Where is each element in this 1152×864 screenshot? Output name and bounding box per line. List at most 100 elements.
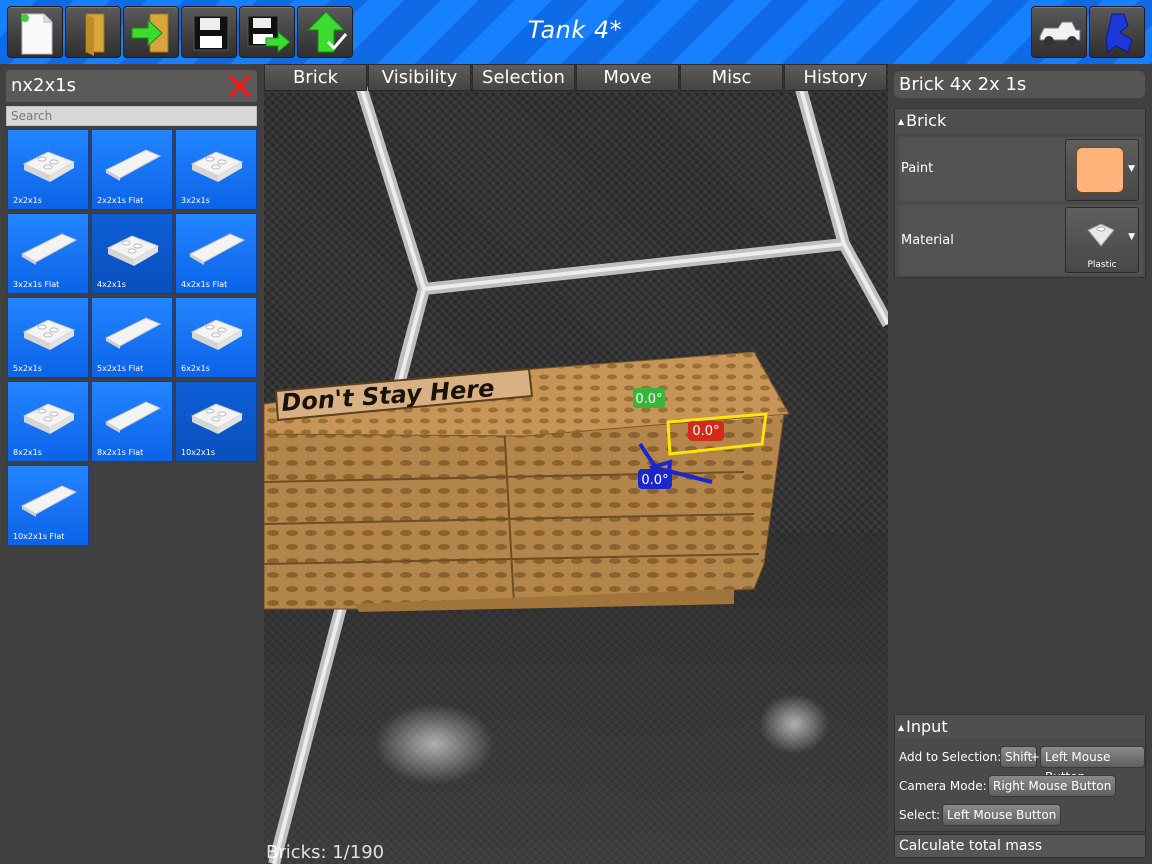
paint-row: Paint ▼ <box>899 137 1143 201</box>
brick-thumbnail-icon <box>190 151 244 182</box>
selection-title: Brick 4x 2x 1s <box>894 71 1145 98</box>
rotation-green-value: 0.0° <box>635 392 662 407</box>
dropdown-caret-icon: ▼ <box>1128 232 1135 242</box>
paint-picker[interactable]: ▼ <box>1065 139 1139 201</box>
right-mouse-hint: Right Mouse Button <box>988 775 1117 797</box>
close-icon[interactable] <box>227 73 253 99</box>
jeep-icon <box>1039 21 1081 46</box>
brick-thumbnail-icon <box>20 233 78 265</box>
brick-tile-label: 2x2x1s <box>13 196 42 205</box>
camera-mode-label: Camera Mode: <box>899 779 987 793</box>
brick-tile-label: 6x2x1s <box>181 364 210 373</box>
brick-group-header[interactable]: ▲ Brick <box>895 109 1145 133</box>
tab-move[interactable]: Move <box>576 64 679 91</box>
brick-thumbnail-icon <box>20 485 78 517</box>
brick-tile-label: 4x2x1s <box>97 280 126 289</box>
brick-count: Bricks: 1/190 <box>266 842 385 863</box>
brick-tile-label: 3x2x1s <box>181 196 210 205</box>
top-toolbar: Tank 4* <box>0 0 1152 64</box>
paint-color-swatch <box>1076 147 1124 193</box>
material-label: Material <box>901 233 954 248</box>
floppy-icon <box>193 15 229 51</box>
upload-button[interactable] <box>297 6 353 58</box>
new-file-button[interactable] <box>7 6 63 58</box>
brick-tile-label: 8x2x1s <box>13 448 42 457</box>
brick-tile-label: 5x2x1s <box>13 364 42 373</box>
tab-brick[interactable]: Brick <box>264 64 367 91</box>
open-folder-button[interactable] <box>65 6 121 58</box>
brick-tile[interactable]: 4x2x1s Flat <box>175 213 257 294</box>
collapse-triangle-icon: ▲ <box>898 116 905 126</box>
select-label: Select: <box>899 808 941 822</box>
brick-thumbnail-icon <box>190 403 244 434</box>
vehicle-mode-button[interactable] <box>1031 6 1087 58</box>
new-file-icon <box>21 13 53 55</box>
brick-tile[interactable]: 8x2x1s Flat <box>91 381 173 462</box>
left-mouse-hint: Left Mouse Button <box>1040 746 1145 784</box>
import-button[interactable] <box>123 6 179 58</box>
tab-visibility[interactable]: Visibility <box>368 64 471 91</box>
brick-tile-label: 10x2x1s <box>181 448 215 457</box>
input-group-header[interactable]: ▲ Input <box>895 715 1145 739</box>
brick-tile[interactable]: 3x2x1s <box>175 129 257 210</box>
brick-thumbnail-icon <box>22 403 76 434</box>
material-picker[interactable]: Plastic ▼ <box>1065 207 1139 273</box>
brick-tile[interactable]: 6x2x1s <box>175 297 257 378</box>
rotation-blue-value: 0.0° <box>641 473 668 488</box>
tab-misc[interactable]: Misc <box>680 64 783 91</box>
brick-thumbnail-icon <box>190 319 244 350</box>
brick-thumbnail-icon <box>22 319 76 350</box>
brick-thumbnail-icon <box>104 317 162 349</box>
brick-tile[interactable]: 5x2x1s <box>7 297 89 378</box>
material-value: Plastic <box>1087 260 1117 270</box>
brick-properties-group: ▲ Brick Paint ▼ Material Plastic ▼ <box>894 108 1146 278</box>
save-button[interactable] <box>181 6 237 58</box>
floppy-arrow-icon <box>247 15 291 54</box>
tab-selection[interactable]: Selection <box>472 64 575 91</box>
folder-icon <box>85 13 105 56</box>
plastic-material-icon <box>1087 223 1115 247</box>
window-title: Tank 4* <box>527 16 623 44</box>
tab-history[interactable]: History <box>784 64 887 91</box>
brick-tile[interactable]: 10x2x1s Flat <box>7 465 89 546</box>
category-filter: nx2x1s <box>6 70 257 102</box>
brick-browser-panel: nx2x1s 2x2x1s 2x2x1s Flat 3x2x1s 3x2x1s Fla… <box>0 64 264 864</box>
editor-menu-bar: Brick Visibility Selection Move Misc History <box>264 64 888 92</box>
category-filter-label: nx2x1s <box>11 75 76 96</box>
3d-viewport[interactable]: Don't Stay Here 0.0° 0.0° 0.0° <box>264 64 888 864</box>
material-row: Material Plastic ▼ <box>899 205 1143 275</box>
brick-tile[interactable]: 8x2x1s <box>7 381 89 462</box>
collapse-triangle-icon: ▲ <box>898 722 905 732</box>
avatar-icon <box>1105 13 1133 53</box>
brick-tile[interactable]: 10x2x1s <box>175 381 257 462</box>
import-icon <box>131 13 169 53</box>
rotation-red-value: 0.0° <box>692 424 719 439</box>
brick-tile[interactable]: 2x2x1s <box>7 129 89 210</box>
brick-tile[interactable]: 5x2x1s Flat <box>91 297 173 378</box>
brick-tile-label: 10x2x1s Flat <box>13 532 65 541</box>
brick-thumbnail-icon <box>106 235 160 266</box>
brick-thumbnail-icon <box>104 149 162 181</box>
input-help-group: ▲ Input Add to Selection: Shift + Left Mo… <box>894 714 1146 832</box>
brick-thumbnail-icon <box>188 233 246 265</box>
brick-tile[interactable]: 3x2x1s Flat <box>7 213 89 294</box>
upload-check-icon <box>306 11 348 53</box>
dropdown-caret-icon: ▼ <box>1128 164 1135 174</box>
avatar-mode-button[interactable] <box>1089 6 1145 58</box>
select-mouse-hint: Left Mouse Button <box>942 804 1062 826</box>
calculate-mass-button[interactable]: Calculate total mass <box>894 834 1146 858</box>
brick-tile-label: 3x2x1s Flat <box>13 280 60 289</box>
brick-tile[interactable]: 4x2x1s <box>91 213 173 294</box>
brick-tile-label: 2x2x1s Flat <box>97 196 144 205</box>
brick-tile-label: 5x2x1s Flat <box>97 364 144 373</box>
inspector-panel: Brick 4x 2x 1s ▲Brick Paint ▼ Material <box>888 64 1152 864</box>
save-as-button[interactable] <box>239 6 295 58</box>
scene-render: Don't Stay Here 0.0° 0.0° 0.0° <box>264 64 888 864</box>
brick-thumbnail-icon <box>104 401 162 433</box>
plus-sign: + <box>1030 750 1041 764</box>
search-input[interactable] <box>6 106 257 126</box>
brick-tile[interactable]: 2x2x1s Flat <box>91 129 173 210</box>
add-to-selection-label: Add to Selection: <box>899 750 1002 764</box>
brick-tile-label: 8x2x1s Flat <box>97 448 144 457</box>
brick-thumbnail-icon <box>22 151 76 182</box>
